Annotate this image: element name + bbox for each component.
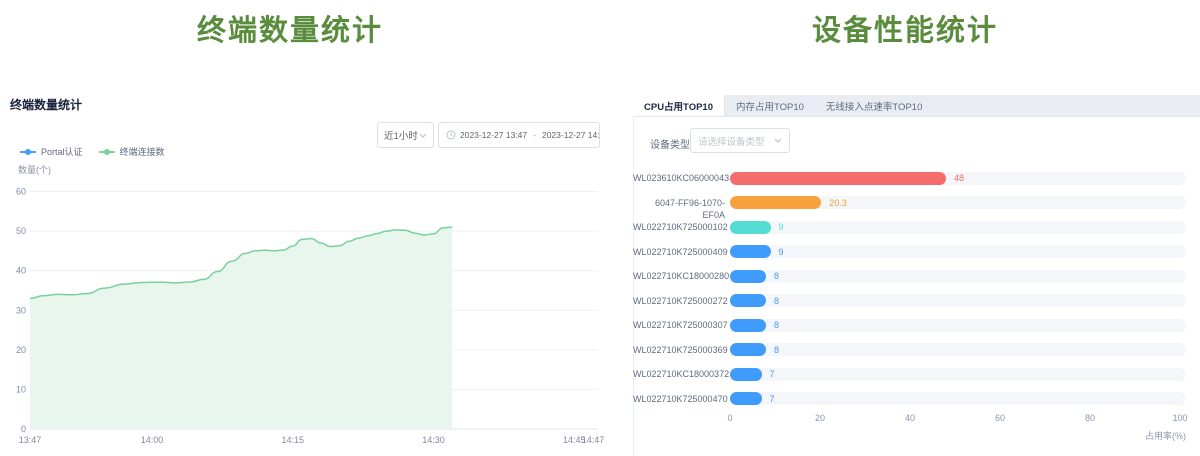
bar-category-label: WL022710K725000307 (633, 319, 725, 331)
time-range-value: 近1小时 (384, 128, 418, 142)
bar-track (730, 270, 1186, 283)
tab-1[interactable]: 内存占用TOP10 (725, 95, 815, 116)
bar-value-label: 7 (770, 393, 775, 405)
bar-x-tick-label: 100 (1165, 413, 1195, 423)
tab-0[interactable]: CPU占用TOP10 (633, 95, 725, 116)
y-tick-label: 20 (16, 345, 26, 355)
bar-track (730, 172, 1186, 185)
x-tick-label: 14:30 (422, 435, 445, 445)
date-range-picker[interactable]: 2023-12-27 13:47 - 2023-12-27 14:47 (438, 122, 600, 148)
date-end: 2023-12-27 14:47 (542, 130, 600, 140)
bar-track (730, 319, 1186, 332)
x-tick-label: 14:47 (582, 435, 605, 445)
bar-value-label: 8 (774, 319, 779, 331)
terminal-panel-header: 终端数量统计 (10, 96, 82, 113)
time-range-select[interactable]: 近1小时 (377, 122, 434, 148)
bar-category-label: WL022710KC18000280 (633, 270, 725, 282)
bar-value-label: 8 (774, 295, 779, 307)
x-tick-label: 14:00 (141, 435, 164, 445)
bar-category-label: WL022710K725000272 (633, 295, 725, 307)
bar-category-label: WL022710K725000409 (633, 246, 725, 258)
bar-value-label: 9 (779, 246, 784, 258)
bar-category-label: WL023610KC06000043 (633, 172, 725, 184)
y-tick-label: 60 (16, 187, 26, 197)
bar (730, 245, 771, 258)
bar-track (730, 196, 1186, 209)
x-tick-label: 13:47 (19, 435, 42, 445)
bar-category-label: WL022710K725000470 (633, 393, 725, 405)
date-separator: - (531, 130, 538, 140)
right-section-title: 设备性能统计 (620, 13, 1190, 49)
bar-value-label: 7 (770, 368, 775, 380)
legend-marker-icon (20, 151, 36, 153)
y-tick-label: 40 (16, 266, 26, 276)
bar (730, 221, 771, 234)
bar-value-label: 9 (779, 221, 784, 233)
bar-x-tick-label: 40 (895, 413, 925, 423)
bar (730, 392, 762, 405)
device-type-select[interactable]: 请选择设备类型 (690, 128, 790, 153)
bar (730, 319, 766, 332)
bar-value-label: 20.3 (829, 197, 847, 209)
date-start: 2023-12-27 13:47 (460, 130, 527, 140)
bar (730, 343, 766, 356)
bar-track (730, 392, 1186, 405)
bar-track (730, 294, 1186, 307)
device-type-placeholder: 请选择设备类型 (698, 134, 765, 148)
bar-x-tick-label: 80 (1075, 413, 1105, 423)
bar (730, 368, 762, 381)
bar-track (730, 343, 1186, 356)
bar-x-tick-label: 0 (715, 413, 745, 423)
y-tick-label: 50 (16, 226, 26, 236)
bar (730, 294, 766, 307)
x-tick-label: 14:15 (281, 435, 304, 445)
legend-marker-icon (99, 151, 115, 153)
terminal-count-line-chart: 0 10 20 30 40 50 60 数量(个) 13:47 14:00 14:15 14:30 14… (0, 156, 620, 456)
y-tick-label: 0 (21, 424, 26, 434)
y-tick-label: 10 (16, 384, 26, 394)
bar-track (730, 221, 1186, 234)
bar-track (730, 245, 1186, 258)
y-axis-title: 数量(个) (18, 164, 51, 175)
bar-value-label: 8 (774, 344, 779, 356)
tab-2[interactable]: 无线接入点速率TOP10 (815, 95, 933, 116)
bar-category-label: WL022710KC18000372 (633, 368, 725, 380)
series-area (30, 227, 452, 429)
y-tick-label: 30 (16, 305, 26, 315)
bar-x-tick-label: 20 (805, 413, 835, 423)
clock-icon (446, 130, 456, 140)
bar-x-tick-label: 60 (985, 413, 1015, 423)
chevron-down-icon (419, 133, 427, 138)
bar (730, 270, 766, 283)
dashboard-page: 终端数量统计 设备性能统计 终端数量统计 近1小时 2023-12-27 13:… (0, 0, 1200, 456)
bar (730, 196, 821, 209)
bar-category-label: WL022710K725000369 (633, 344, 725, 356)
left-section-title: 终端数量统计 (0, 13, 580, 49)
panel-divider (633, 95, 634, 456)
performance-tabbar: CPU占用TOP10内存占用TOP10无线接入点速率TOP10 (633, 95, 1200, 117)
bar-x-axis-caption: 占用率(%) (1106, 429, 1186, 442)
bar-track (730, 368, 1186, 381)
bar-value-label: 8 (774, 270, 779, 282)
device-type-label: 设备类型 (650, 136, 690, 151)
bar (730, 172, 946, 185)
bar-category-label: WL022710K725000102 (633, 221, 725, 233)
bar-value-label: 48 (954, 172, 964, 184)
chevron-down-icon (774, 138, 782, 143)
bar-category-label: 6047-FF96-1070-EF0A (633, 197, 725, 221)
